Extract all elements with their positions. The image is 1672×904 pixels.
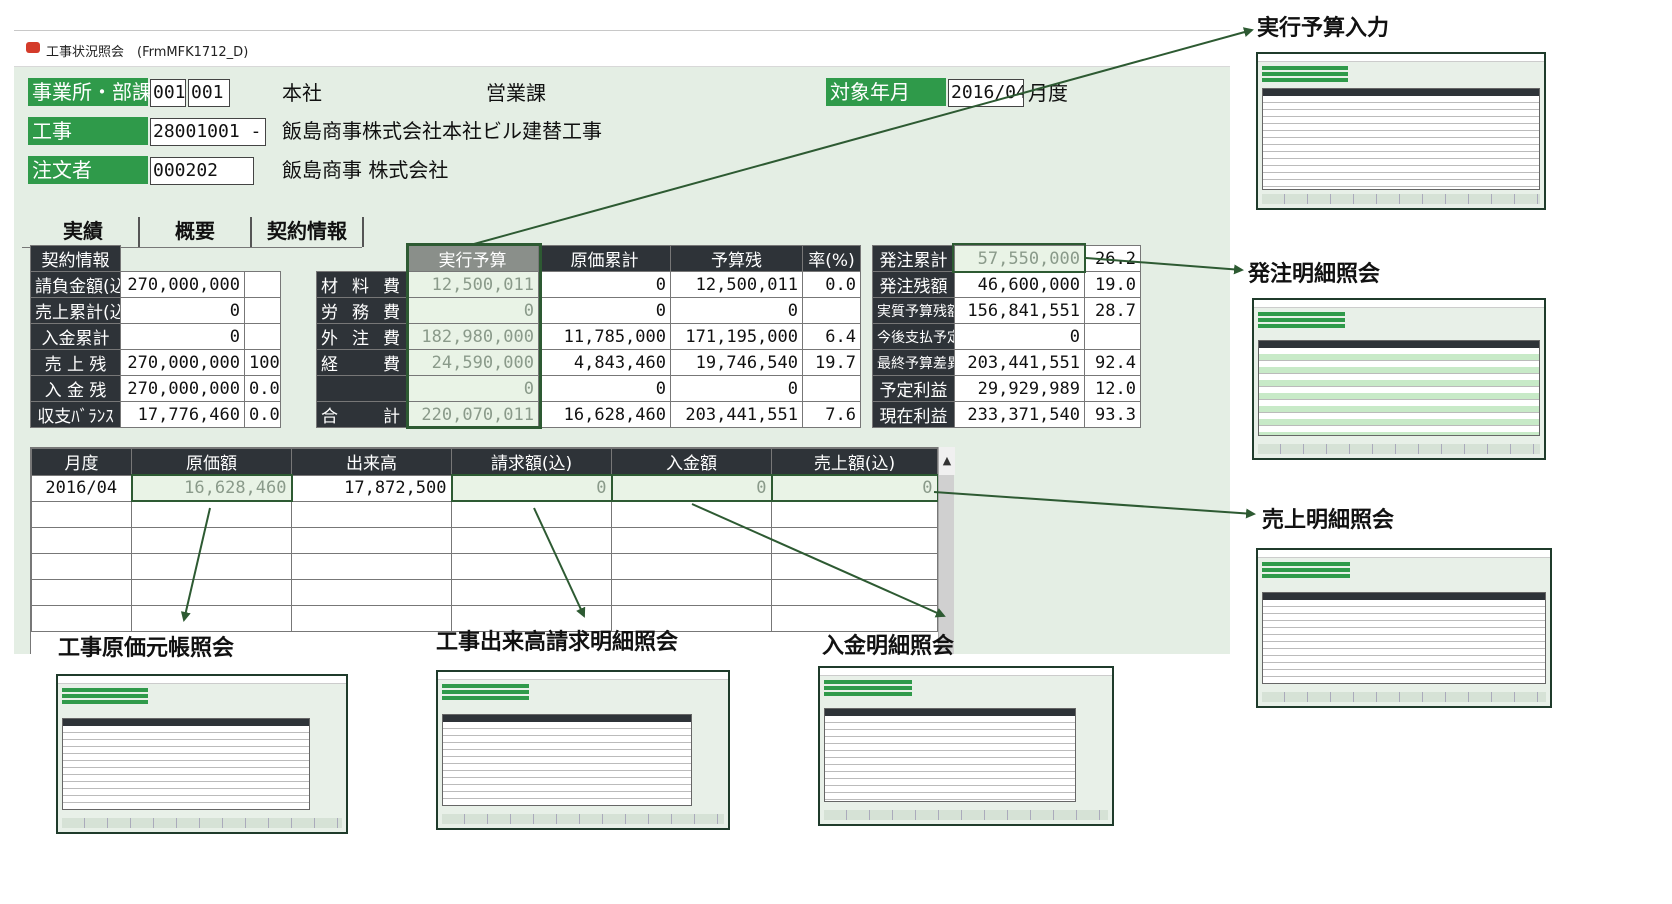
arrow-sales-detail [933,491,1256,519]
arrow-cost-ledger [180,507,211,622]
arrow-budget-input [473,27,1254,245]
arrow-payment-detail [691,503,946,618]
arrow-order-detail [1085,257,1244,275]
callout-arrows [180,27,1256,622]
arrow-progress-billing [533,507,586,618]
